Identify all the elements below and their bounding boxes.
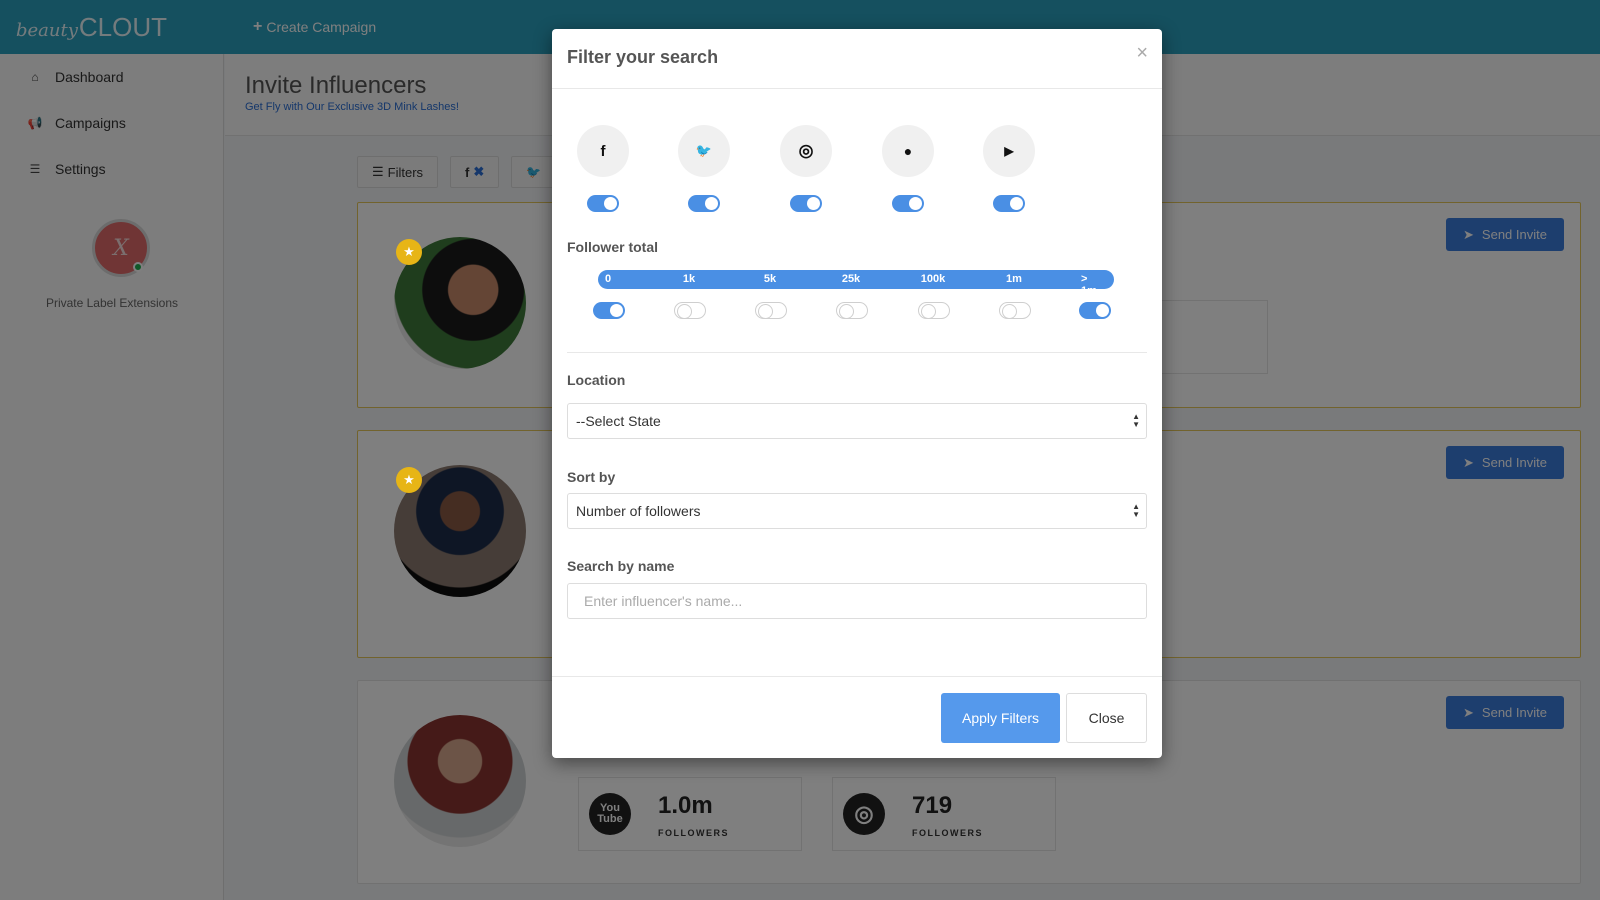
select-caret-icon: ▲ ▼ — [1132, 502, 1140, 519]
modal-footer: Apply Filters Close — [552, 676, 1162, 758]
range-tick-label: 25k — [841, 273, 861, 285]
range-toggle-1k[interactable] — [674, 302, 706, 319]
range-toggle-1m[interactable] — [999, 302, 1031, 319]
platform-instagram: ◎ — [780, 125, 832, 212]
twitter-toggle[interactable] — [688, 195, 720, 212]
state-select[interactable]: --Select State ▲ ▼ — [567, 403, 1147, 439]
range-toggle-0[interactable] — [593, 302, 625, 319]
range-tick-label: 100k — [920, 273, 946, 285]
influencer-name-input[interactable] — [567, 583, 1147, 619]
blog-toggle[interactable] — [892, 195, 924, 212]
search-by-name-label: Search by name — [567, 558, 675, 574]
modal-header: Filter your search × — [552, 29, 1162, 89]
state-select-value: --Select State — [576, 413, 661, 429]
select-caret-icon: ▲ ▼ — [1132, 412, 1140, 429]
youtube-icon: ▶ — [983, 125, 1035, 177]
sort-by-value: Number of followers — [576, 503, 701, 519]
platform-youtube: ▶ — [983, 125, 1035, 212]
range-tick-label: > 1m — [1081, 273, 1097, 297]
range-toggle-5k[interactable] — [755, 302, 787, 319]
star-icon: ★ — [396, 239, 422, 265]
range-toggle-100k[interactable] — [918, 302, 950, 319]
youtube-toggle[interactable] — [993, 195, 1025, 212]
facebook-icon: f — [577, 125, 629, 177]
filter-modal: Filter your search × f 🐦 ◎ ● ▶ Follower … — [552, 29, 1162, 758]
star-icon: ★ — [396, 467, 422, 493]
range-tick-label: 1k — [682, 273, 696, 285]
globe-icon: ● — [882, 125, 934, 177]
range-toggle-25k[interactable] — [836, 302, 868, 319]
range-tick-label: 0 — [604, 273, 612, 285]
twitter-icon: 🐦 — [678, 125, 730, 177]
facebook-toggle[interactable] — [587, 195, 619, 212]
platform-blog: ● — [882, 125, 934, 212]
close-button[interactable]: Close — [1066, 693, 1147, 743]
sort-by-label: Sort by — [567, 469, 616, 485]
range-tick-label: 5k — [763, 273, 777, 285]
platform-twitter: 🐦 — [678, 125, 730, 212]
instagram-icon: ◎ — [780, 125, 832, 177]
platform-facebook: f — [577, 125, 629, 212]
follower-range-bar: 0 1k 5k 25k 100k 1m > 1m — [598, 270, 1114, 297]
follower-total-label: Follower total — [567, 239, 658, 255]
location-label: Location — [567, 372, 626, 388]
modal-title: Filter your search — [567, 47, 719, 67]
range-tick-label: 1m — [1006, 273, 1022, 285]
instagram-toggle[interactable] — [790, 195, 822, 212]
range-toggle-over-1m[interactable] — [1079, 302, 1111, 319]
sort-by-select[interactable]: Number of followers ▲ ▼ — [567, 493, 1147, 529]
close-icon[interactable]: × — [1136, 43, 1148, 63]
section-divider — [567, 352, 1147, 353]
apply-filters-button[interactable]: Apply Filters — [941, 693, 1060, 743]
